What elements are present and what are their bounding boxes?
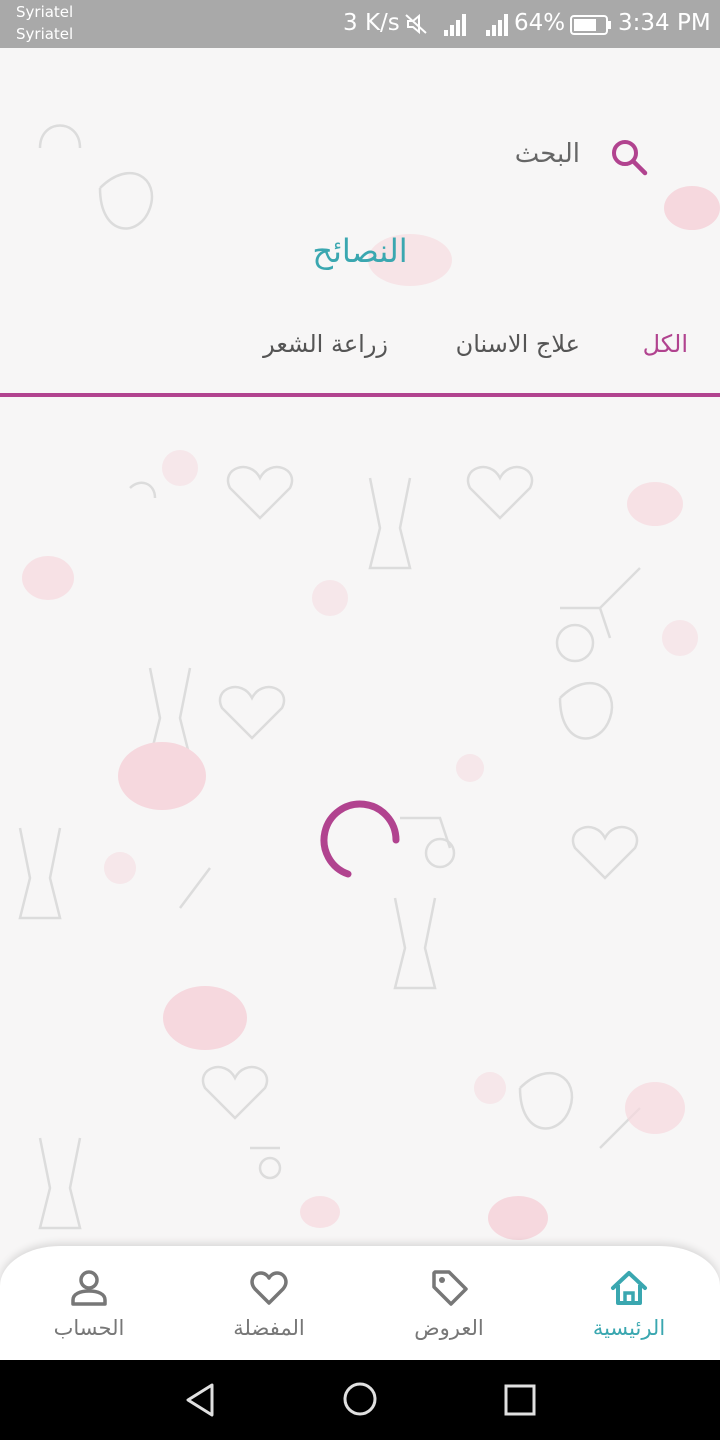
search-label: البحث <box>514 139 580 169</box>
carrier-name: Syriatel <box>16 3 74 21</box>
nav-account-label: الحساب <box>53 1316 125 1340</box>
page-title: النصائح <box>312 232 408 270</box>
mute-icon <box>405 13 427 35</box>
battery-icon <box>570 15 611 35</box>
tab-indicator <box>0 393 720 397</box>
network-speed: 3 K/s <box>343 10 400 36</box>
recents-icon[interactable] <box>504 1384 536 1416</box>
nav-home[interactable]: الرئيسية <box>554 1264 704 1354</box>
search-icon[interactable] <box>608 136 650 178</box>
home-circle-icon[interactable] <box>342 1381 378 1417</box>
nav-home-label: الرئيسية <box>592 1316 666 1340</box>
tab-all[interactable]: الكل <box>643 330 688 358</box>
carrier-name: Syriatel <box>16 25 74 43</box>
nav-account[interactable]: الحساب <box>14 1264 164 1354</box>
tab-dental-treatment[interactable]: علاج الاسنان <box>456 330 580 358</box>
home-icon <box>611 1271 647 1305</box>
status-bar: Syriatel Syriatel 3 K/s 64% 3:34 PM <box>0 0 720 48</box>
background-pattern <box>18 124 720 1240</box>
battery-percent: 64% <box>514 10 566 36</box>
clock: 3:34 PM <box>618 10 711 36</box>
signal-icon <box>486 14 508 36</box>
user-icon <box>71 1270 107 1306</box>
nav-favorites-label: المفضلة <box>233 1316 305 1340</box>
heart-icon <box>250 1271 288 1305</box>
loading-spinner <box>320 800 400 878</box>
back-icon[interactable] <box>184 1382 218 1418</box>
signal-icon <box>444 14 466 36</box>
nav-favorites[interactable]: المفضلة <box>194 1264 344 1354</box>
tab-hair-transplant[interactable]: زراعة الشعر <box>263 330 388 358</box>
nav-offers-label: العروض <box>414 1316 484 1340</box>
tag-icon <box>432 1270 468 1306</box>
nav-offers[interactable]: العروض <box>374 1264 524 1354</box>
